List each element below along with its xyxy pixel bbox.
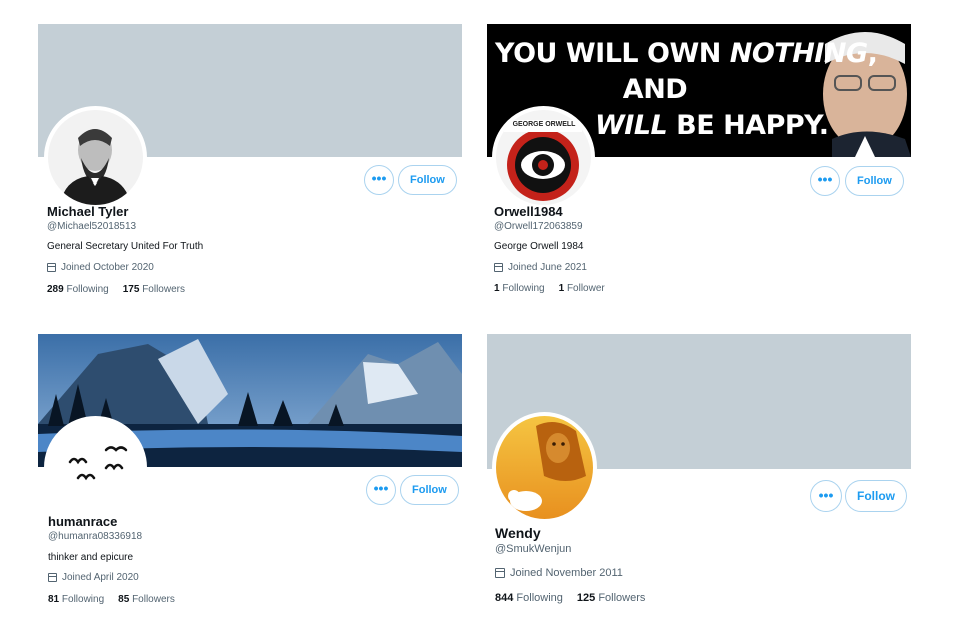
following-count: 81 [48,594,60,605]
more-options-button[interactable]: ••• [366,475,396,505]
join-date-text: Joined November 2011 [510,567,623,579]
followers-count: 1 [558,283,565,294]
profile-card-humanrace: ••• Follow humanrace @humanra08336918 th… [38,334,462,614]
followers-link[interactable]: 85 Followers [118,594,175,605]
bio: George Orwell 1984 [494,241,584,252]
display-name: Wendy [495,525,541,541]
following-label: Following [502,283,545,294]
display-name: Michael Tyler [47,204,129,219]
more-options-button[interactable]: ••• [810,166,840,196]
calendar-icon [48,573,57,582]
followers-count: 125 [576,592,596,604]
join-date: Joined November 2011 [495,567,623,579]
followers-label: Followers [142,284,185,295]
follow-stats: 844 Following 125 Followers [495,592,645,604]
calendar-icon [494,263,503,272]
profile-card-michael-tyler: ••• Follow Michael Tyler @Michael5201851… [38,24,462,304]
profile-card-orwell1984: YOU WILL OWN NOTHING, AND WILL BE HAPPY.… [487,24,911,304]
avatar[interactable] [44,416,147,519]
calendar-icon [47,263,56,272]
followers-link[interactable]: 125 Followers [577,592,646,604]
following-count: 844 [495,592,514,604]
follow-button[interactable]: Follow [400,475,459,505]
following-label: Following [61,594,105,605]
follow-stats: 1 Following 1 Follower [494,283,605,294]
avatar-text: GEORGE ORWELL [512,121,576,128]
avatar[interactable] [492,412,597,523]
username: @Orwell172063859 [494,221,583,232]
join-date-text: Joined April 2020 [62,572,139,583]
followers-count: 175 [122,284,140,295]
follow-stats: 81 Following 85 Followers [48,594,175,605]
follow-stats: 289 Following 175 Followers [47,284,185,295]
display-name: humanrace [48,514,118,529]
bio: General Secretary United For Truth [47,241,204,252]
more-options-button[interactable]: ••• [364,165,394,195]
bio: thinker and epicure [48,552,134,563]
join-date-text: Joined October 2020 [61,262,154,273]
following-label: Following [516,592,563,604]
followers-label: Followers [132,594,175,605]
display-name: Orwell1984 [494,204,563,219]
username: @humanra08336918 [48,531,143,542]
followers-link[interactable]: 1 Follower [559,283,605,294]
followers-label: Follower [566,283,605,294]
follow-button[interactable]: Follow [845,166,904,196]
username: @SmukWenjun [495,543,572,555]
avatar[interactable] [44,106,147,209]
join-date-text: Joined June 2021 [508,262,587,273]
profile-card-wendy: ••• Follow Wendy @SmukWenjun Joined Nove… [487,334,911,614]
followers-link[interactable]: 175 Followers [123,284,185,295]
more-options-button[interactable]: ••• [810,480,842,512]
join-date: Joined April 2020 [48,572,139,583]
following-link[interactable]: 844 Following [495,592,563,604]
following-link[interactable]: 289 Following [47,284,109,295]
avatar[interactable]: GEORGE ORWELL [492,106,595,209]
join-date: Joined June 2021 [494,262,587,273]
following-link[interactable]: 81 Following [48,594,104,605]
calendar-icon [495,568,505,578]
following-count: 1 [494,283,500,294]
followers-count: 85 [118,594,130,605]
following-label: Following [66,284,109,295]
following-count: 289 [47,284,64,295]
follow-button[interactable]: Follow [398,165,457,195]
follow-button[interactable]: Follow [845,480,907,512]
following-link[interactable]: 1 Following [494,283,545,294]
followers-label: Followers [598,592,646,604]
join-date: Joined October 2020 [47,262,154,273]
username: @Michael52018513 [47,221,137,232]
